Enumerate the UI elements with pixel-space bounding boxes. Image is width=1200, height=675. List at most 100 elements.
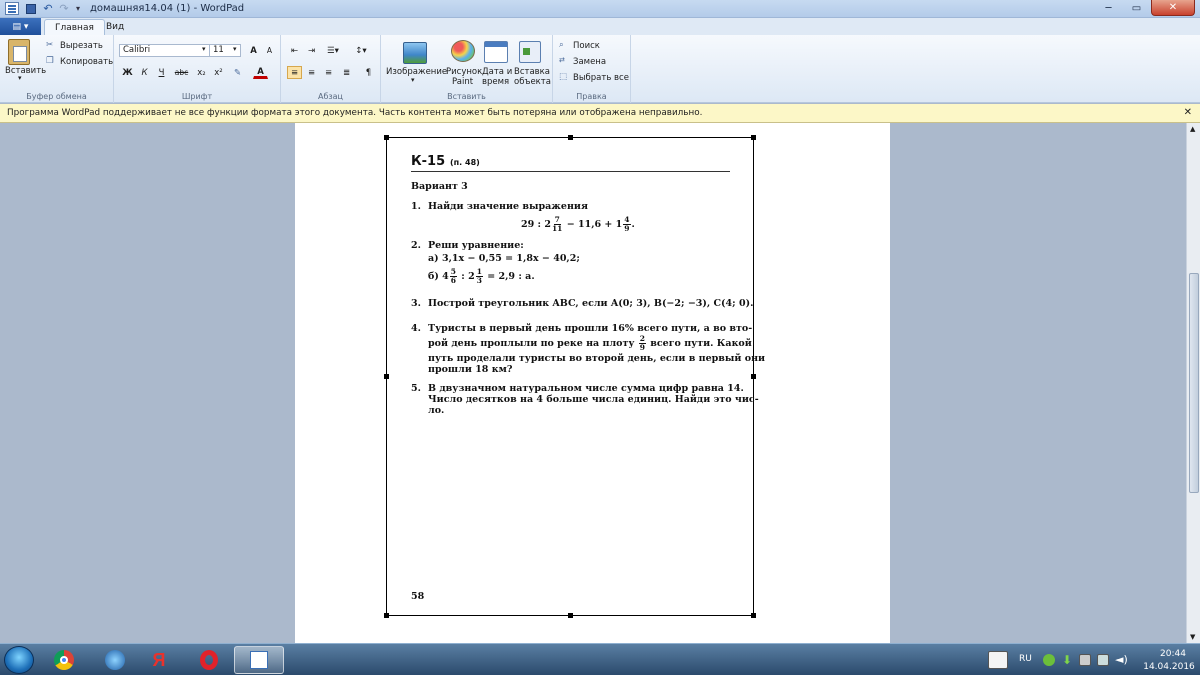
undo-icon[interactable]: ↶ — [42, 2, 54, 15]
save-icon[interactable] — [25, 2, 37, 15]
tray-app-icon[interactable] — [1043, 654, 1055, 666]
task-2b-pre: б) 4 — [428, 271, 449, 282]
paint-drawing-icon[interactable] — [451, 40, 475, 62]
close-button[interactable]: ✕ — [1151, 0, 1195, 16]
taskbar-chrome-icon[interactable] — [39, 646, 89, 674]
clock-date[interactable]: 14.04.2016 — [1141, 662, 1197, 672]
select-all-button[interactable]: Выбрать все — [573, 73, 629, 83]
insert-group: Изображение ▾ Рисунок Paint Дата и время… — [381, 35, 553, 103]
resize-handle-bottom-right[interactable] — [751, 613, 756, 618]
clock-time[interactable]: 20:44 — [1148, 649, 1198, 659]
font-color-icon[interactable]: A — [253, 66, 268, 79]
bullet-list-icon[interactable]: ☰▾ — [323, 44, 343, 57]
fraction-denominator: 11 — [551, 224, 563, 233]
task-2b-equation: б) 456 : 213 = 2,9 : a. — [428, 268, 535, 286]
picture-dropdown-icon[interactable]: ▾ — [411, 76, 415, 84]
resize-handle-right[interactable] — [751, 374, 756, 379]
vertical-scrollbar[interactable]: ▲ ▼ — [1186, 123, 1200, 643]
align-left-icon[interactable]: ≡ — [287, 66, 302, 79]
date-time-label-1[interactable]: Дата и — [482, 67, 512, 77]
subscript-button[interactable]: x₂ — [194, 66, 209, 79]
insert-object-icon[interactable] — [519, 41, 541, 63]
scroll-down-icon[interactable]: ▼ — [1190, 633, 1195, 641]
resize-handle-top[interactable] — [568, 135, 573, 140]
resize-handle-top-left[interactable] — [384, 135, 389, 140]
worksheet-heading-ref: (п. 48) — [450, 158, 480, 167]
document-page[interactable]: К-15 (п. 48) Вариант 3 1. Найди значение… — [295, 123, 890, 643]
taskbar-opera-icon[interactable] — [184, 646, 234, 674]
paint-drawing-label-1[interactable]: Рисунок — [446, 67, 482, 77]
underline-button[interactable]: Ч — [154, 66, 169, 79]
scrollbar-thumb[interactable] — [1189, 273, 1199, 493]
insert-object-label-2[interactable]: объекта — [514, 77, 551, 87]
taskbar-yandex-icon[interactable]: Я — [134, 646, 184, 674]
paint-drawing-label-2[interactable]: Paint — [452, 77, 473, 87]
resize-handle-top-right[interactable] — [751, 135, 756, 140]
language-indicator[interactable]: RU — [1019, 654, 1032, 664]
tray-volume-icon[interactable]: ◄) — [1115, 654, 1128, 666]
start-button[interactable] — [4, 646, 34, 674]
copy-button[interactable]: Копировать — [60, 57, 113, 67]
paste-icon[interactable] — [8, 39, 30, 65]
italic-button[interactable]: К — [137, 66, 152, 79]
highlight-color-icon[interactable]: ✎ — [230, 66, 245, 79]
insert-picture-button[interactable]: Изображение — [386, 67, 447, 77]
font-family-dropdown-icon[interactable]: ▾ — [202, 45, 206, 53]
taskbar-wordpad-icon[interactable] — [234, 646, 284, 674]
tab-view[interactable]: Вид — [96, 19, 134, 35]
find-icon[interactable]: ⌕ — [559, 40, 564, 50]
decrease-indent-icon[interactable]: ⇤ — [287, 44, 302, 57]
task-1-expr-b: − 11,6 + 1 — [566, 219, 623, 230]
tray-device-icon[interactable] — [1079, 654, 1091, 666]
embedded-scan-image[interactable]: К-15 (п. 48) Вариант 3 1. Найди значение… — [384, 135, 765, 618]
insert-object-label-1[interactable]: Вставка — [514, 67, 550, 77]
paste-dropdown-icon[interactable]: ▾ — [18, 74, 22, 82]
increase-indent-icon[interactable]: ⇥ — [304, 44, 319, 57]
superscript-button[interactable]: x² — [211, 66, 226, 79]
tray-keyboard-icon[interactable] — [988, 651, 1008, 669]
taskbar-media-player-icon[interactable] — [90, 646, 140, 674]
minimize-button[interactable]: ─ — [1095, 0, 1122, 16]
fraction: 13 — [475, 268, 483, 285]
font-size-dropdown-icon[interactable]: ▾ — [233, 45, 237, 53]
resize-handle-bottom[interactable] — [568, 613, 573, 618]
tray-network-icon[interactable] — [1097, 654, 1109, 666]
align-center-icon[interactable]: ≡ — [304, 66, 319, 79]
maximize-button[interactable]: ▭ — [1123, 0, 1150, 16]
wordpad-app-icon[interactable] — [5, 2, 19, 15]
scroll-up-icon[interactable]: ▲ — [1190, 125, 1195, 133]
cut-button[interactable]: Вырезать — [60, 41, 103, 51]
calendar-clock-icon[interactable] — [484, 41, 508, 63]
replace-button[interactable]: Замена — [573, 57, 606, 67]
line-spacing-icon[interactable]: ↕▾ — [351, 44, 371, 57]
copy-icon[interactable]: ❐ — [46, 56, 54, 66]
document-area[interactable]: К-15 (п. 48) Вариант 3 1. Найди значение… — [0, 123, 1186, 643]
font-family-select[interactable]: Calibri — [119, 44, 211, 57]
tray-download-icon[interactable]: ⬇ — [1061, 654, 1073, 666]
paragraph-settings-icon[interactable]: ¶ — [361, 66, 376, 79]
resize-handle-bottom-left[interactable] — [384, 613, 389, 618]
select-all-icon[interactable]: ⬚ — [559, 72, 567, 82]
picture-icon[interactable] — [403, 42, 427, 64]
task-5-line-1: В двузначном натуральном числе сумма циф… — [428, 383, 744, 394]
strikethrough-button[interactable]: abc — [172, 66, 191, 79]
redo-icon[interactable]: ↷ — [58, 2, 70, 15]
heading-rule — [411, 171, 730, 172]
fraction-denominator: 6 — [450, 276, 456, 285]
bold-button[interactable]: Ж — [120, 66, 135, 79]
replace-icon[interactable]: ⇄ — [559, 56, 565, 64]
paste-button[interactable]: Вставить — [5, 66, 46, 76]
info-bar-close-icon[interactable]: ✕ — [1184, 107, 1192, 118]
justify-icon[interactable]: ≣ — [339, 66, 354, 79]
paragraph-group: ⇤ ⇥ ☰▾ ↕▾ ≡ ≡ ≡ ≣ ¶ Абзац — [281, 35, 381, 103]
shrink-font-button[interactable]: A — [262, 44, 277, 57]
resize-handle-left[interactable] — [384, 374, 389, 379]
task-4-line-2: рой день проплыли по реке на плоту 29 вс… — [428, 335, 752, 353]
grow-font-button[interactable]: A — [246, 44, 261, 57]
cut-icon[interactable]: ✂ — [46, 40, 53, 50]
find-button[interactable]: Поиск — [573, 41, 600, 51]
align-right-icon[interactable]: ≡ — [321, 66, 336, 79]
quick-access-menu-icon[interactable]: ▾ — [73, 2, 83, 15]
date-time-label-2[interactable]: время — [482, 77, 509, 87]
file-menu-button[interactable]: ▤ ▾ — [0, 18, 41, 35]
